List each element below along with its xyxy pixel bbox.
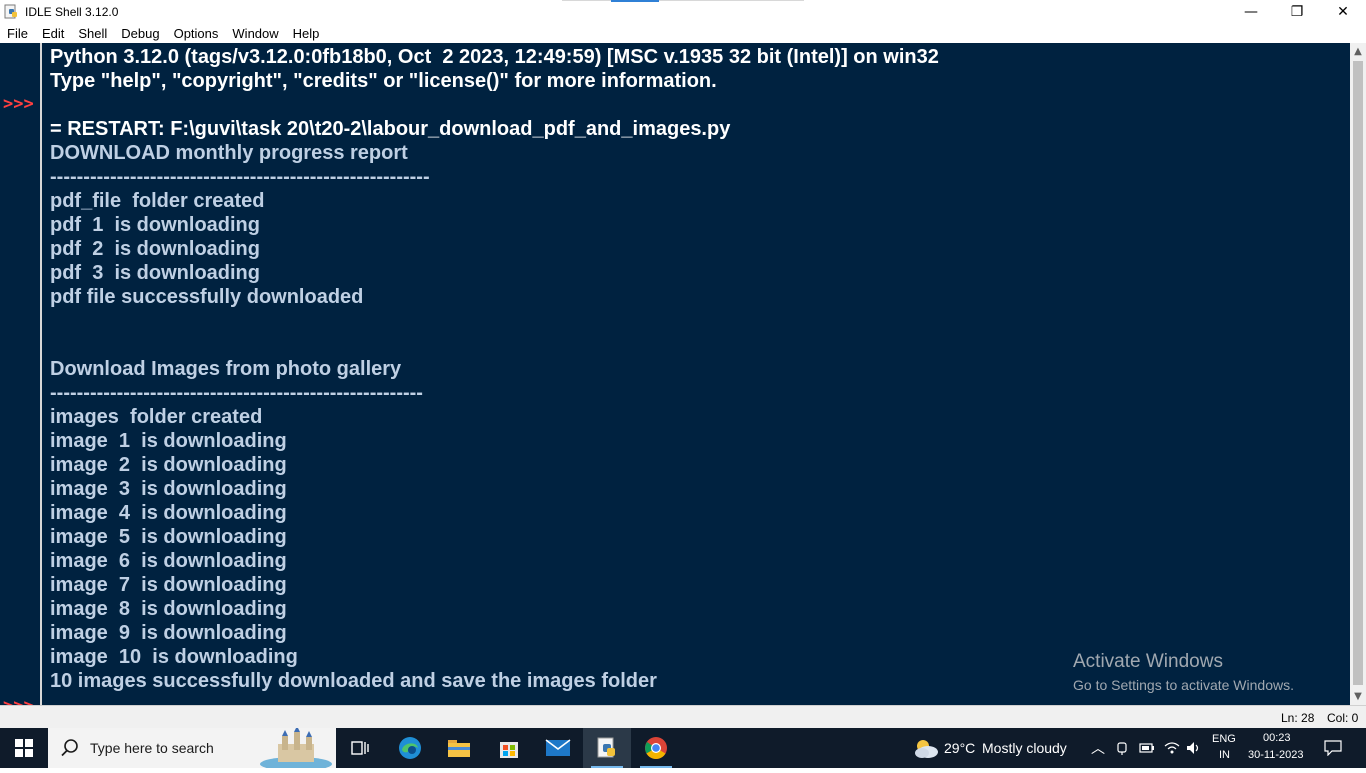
watermark-subtitle: Go to Settings to activate Windows. [1073,677,1294,693]
clock-date[interactable]: 30-11-2023 [1248,749,1303,761]
shell-line: pdf 1 is downloading [50,214,260,236]
edge-browser-icon [399,737,421,759]
scroll-thumb[interactable] [1353,61,1363,685]
shell-line: = RESTART: F:\guvi\task 20\t20-2\labour_… [50,118,731,140]
restore-button[interactable]: ❐ [1274,0,1320,24]
menu-shell[interactable]: Shell [71,26,114,41]
shell-line: DOWNLOAD monthly progress report [50,142,408,164]
menu-help[interactable]: Help [286,26,327,41]
menu-edit[interactable]: Edit [35,26,71,41]
shell-line: image 3 is downloading [50,478,287,500]
shell-line: pdf 3 is downloading [50,262,260,284]
clock-time[interactable]: 00:23 [1263,732,1291,744]
task-view-button[interactable] [336,728,384,768]
cloudy-weather-icon [915,740,938,758]
vertical-scrollbar[interactable]: ▲ ▼ [1350,43,1366,705]
chrome-browser-icon [645,737,667,759]
taskbar: Type here to search 29°C Mostly cloudy ︿… [0,726,1366,771]
shell-text[interactable]: Python 3.12.0 (tags/v3.12.0:0fb18b0, Oct… [50,45,1350,693]
menu-debug[interactable]: Debug [114,26,166,41]
title-bar: IDLE Shell 3.12.0 — ❐ ✕ [0,0,1366,24]
file-explorer-button[interactable] [435,728,483,768]
menu-file[interactable]: File [0,26,35,41]
language-code[interactable]: ENG [1212,733,1236,745]
task-view-icon [351,741,369,755]
folder-icon [448,740,470,757]
shell-line: Download Images from photo gallery [50,358,402,380]
title-highlight [611,0,659,2]
windows-logo-icon [15,739,33,757]
close-button[interactable]: ✕ [1320,0,1366,24]
store-bag-icon [500,742,518,758]
shell-line: image 5 is downloading [50,526,287,548]
shell-line: image 9 is downloading [50,622,287,644]
chrome-taskbar-button[interactable] [632,728,680,768]
search-icon [61,739,78,757]
shell-line: Type "help", "copyright", "credits" or "… [50,70,717,92]
shell-line: pdf_file folder created [50,190,265,212]
shell-line: image 4 is downloading [50,502,287,524]
mail-button[interactable] [534,728,582,768]
scroll-down-arrow-icon[interactable]: ▼ [1350,688,1366,705]
language-region[interactable]: IN [1219,749,1230,761]
shell-line: ----------------------------------------… [50,382,423,404]
title-divider [562,0,804,1]
shell-line: image 2 is downloading [50,454,287,476]
shell-line: Python 3.12.0 (tags/v3.12.0:0fb18b0, Oct… [50,46,939,68]
shell-line: image 7 is downloading [50,574,287,596]
notifications-icon[interactable] [1324,740,1342,756]
prompt-gutter: >>> >>> [0,43,42,705]
taskbar-search-box[interactable]: Type here to search [48,726,336,771]
meet-now-icon[interactable] [1116,740,1130,756]
search-highlight-castle-icon [254,726,336,771]
activate-windows-watermark: Activate Windows Go to Settings to activ… [1073,650,1294,696]
battery-icon[interactable] [1139,742,1155,754]
mail-envelope-icon [545,739,571,756]
menu-options[interactable]: Options [167,26,226,41]
shell-line: images folder created [50,406,263,428]
window-title: IDLE Shell 3.12.0 [25,5,119,19]
idle-taskbar-button[interactable] [583,728,631,768]
status-bar: Ln: 28 Col: 0 [0,705,1366,728]
wifi-icon[interactable] [1164,741,1180,755]
menu-bar: File Edit Shell Debug Options Window Hel… [0,24,1366,43]
shell-prompt: >>> [3,94,34,114]
store-button[interactable] [485,728,533,768]
minimize-button[interactable]: — [1228,0,1274,24]
status-line-number: Ln: 28 [1281,711,1315,725]
shell-line: image 1 is downloading [50,430,287,452]
shell-line: ----------------------------------------… [50,166,430,188]
weather-description: Mostly cloudy [982,740,1067,756]
idle-app-icon [4,4,20,20]
shell-line: pdf 2 is downloading [50,238,260,260]
weather-temperature: 29°C [944,740,976,756]
shell-line: image 8 is downloading [50,598,287,620]
shell-line: pdf file successfully downloaded [50,286,364,308]
volume-icon[interactable] [1186,741,1202,755]
start-button[interactable] [0,728,48,768]
status-column-number: Col: 0 [1327,711,1359,725]
weather-widget[interactable]: 29°C Mostly cloudy [910,728,1075,768]
idle-python-icon [597,737,615,758]
edge-taskbar-button[interactable] [386,728,434,768]
shell-line: image 6 is downloading [50,550,287,572]
shell-prompt-current: >>> [3,694,34,705]
watermark-title: Activate Windows [1073,651,1223,672]
scroll-up-arrow-icon[interactable]: ▲ [1350,43,1366,60]
menu-window[interactable]: Window [225,26,285,41]
search-placeholder: Type here to search [90,740,214,756]
shell-output-area[interactable]: >>> >>> Python 3.12.0 (tags/v3.12.0:0fb1… [0,43,1350,705]
show-hidden-icons-chevron-icon[interactable]: ︿ [1091,738,1105,758]
